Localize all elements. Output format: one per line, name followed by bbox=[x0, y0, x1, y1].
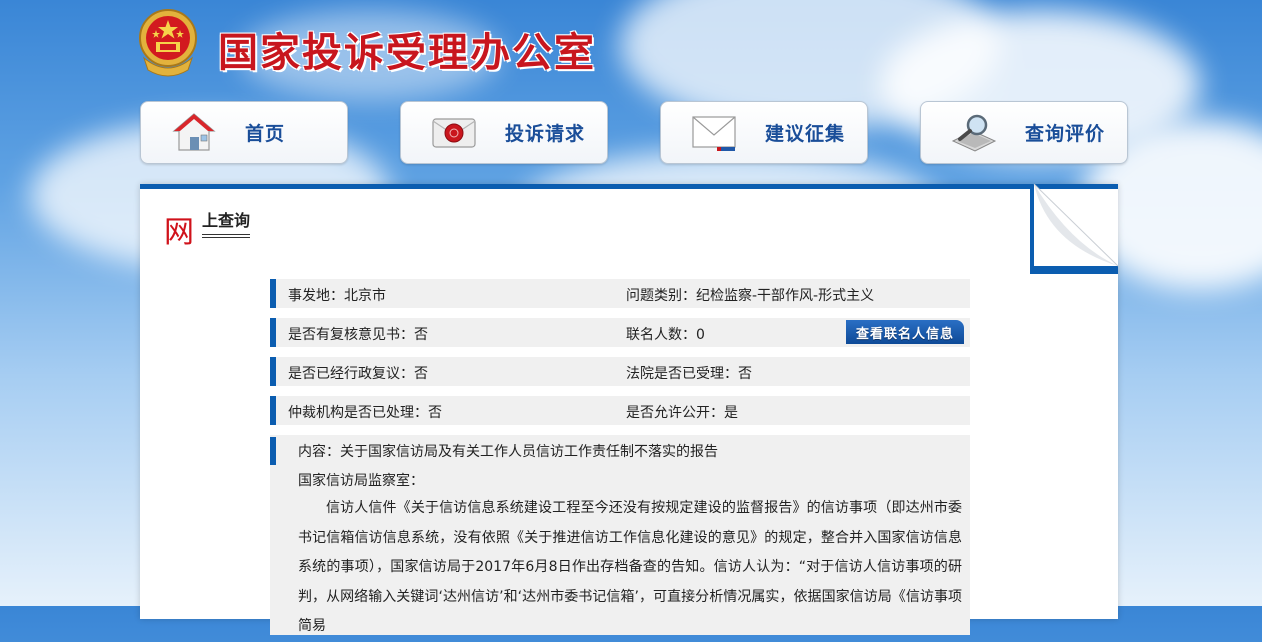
location-value: 北京市 bbox=[344, 288, 386, 304]
info-row: 是否已经行政复议：否 法院是否已受理：否 bbox=[270, 357, 970, 386]
view-signers-button[interactable]: 查看联名人信息 bbox=[846, 320, 964, 344]
admin-review-value: 否 bbox=[414, 366, 428, 382]
review-value: 否 bbox=[414, 327, 428, 343]
info-row: 事发地：北京市 问题类别：纪检监察-干部作风-形式主义 bbox=[270, 279, 970, 308]
public-label: 是否允许公开： bbox=[626, 405, 724, 421]
page-curl-decoration bbox=[1030, 184, 1119, 274]
arbitration-label: 仲裁机构是否已处理： bbox=[288, 405, 428, 421]
review-label: 是否有复核意见书： bbox=[288, 327, 414, 343]
nav-query-button[interactable]: 查询评价 bbox=[920, 101, 1128, 164]
info-row: 仲裁机构是否已处理：否 是否允许公开：是 bbox=[270, 396, 970, 425]
seal-letter-icon bbox=[432, 118, 476, 148]
content-paragraph: 信访人信件《关于信访信息系统建设工程至今还没有按规定建设的监督报告》的信访事项（… bbox=[298, 500, 962, 634]
court-value: 否 bbox=[738, 366, 752, 382]
nav-suggest-label: 建议征集 bbox=[765, 123, 846, 145]
content-addressee: 国家信访局监察室： bbox=[298, 473, 424, 489]
nav-query-label: 查询评价 bbox=[1025, 123, 1106, 145]
national-emblem-icon bbox=[139, 9, 197, 77]
category-value: 纪检监察-干部作风-形式主义 bbox=[696, 288, 875, 304]
court-label: 法院是否已受理： bbox=[626, 366, 738, 382]
envelope-icon bbox=[692, 116, 736, 151]
nav-home-button[interactable]: 首页 bbox=[140, 101, 348, 164]
info-row: 是否有复核意见书：否 联名人数：0 查看联名人信息 bbox=[270, 318, 970, 347]
public-value: 是 bbox=[724, 405, 738, 421]
category-label: 问题类别： bbox=[626, 288, 696, 304]
complaint-content: 内容：关于国家信访局及有关工作人员信访工作责任制不落实的报告 国家信访局监察室：… bbox=[270, 435, 970, 635]
section-title-text: 上查询 bbox=[202, 207, 251, 238]
admin-review-label: 是否已经行政复议： bbox=[288, 366, 414, 382]
section-title-initial: 网 bbox=[164, 215, 194, 250]
nav-suggest-button[interactable]: 建议征集 bbox=[660, 101, 868, 164]
nav-home-label: 首页 bbox=[245, 123, 286, 145]
nav-complaint-label: 投诉请求 bbox=[505, 123, 586, 145]
content-panel: 网 上查询 事发地：北京市 问题类别：纪检监察-干部作风-形式主义 是否有复核意… bbox=[140, 184, 1118, 635]
content-subject: 内容：关于国家信访局及有关工作人员信访工作责任制不落实的报告 bbox=[298, 444, 718, 460]
magnifier-keyboard-icon bbox=[951, 114, 997, 152]
signers-value: 0 bbox=[696, 327, 705, 343]
signers-label: 联名人数： bbox=[626, 327, 696, 343]
location-label: 事发地： bbox=[288, 288, 344, 304]
arbitration-value: 否 bbox=[428, 405, 442, 421]
content-marker bbox=[270, 437, 276, 465]
site-title: 国家投诉受理办公室 bbox=[218, 29, 596, 76]
home-icon bbox=[172, 113, 216, 151]
nav-complaint-button[interactable]: 投诉请求 bbox=[400, 101, 608, 164]
